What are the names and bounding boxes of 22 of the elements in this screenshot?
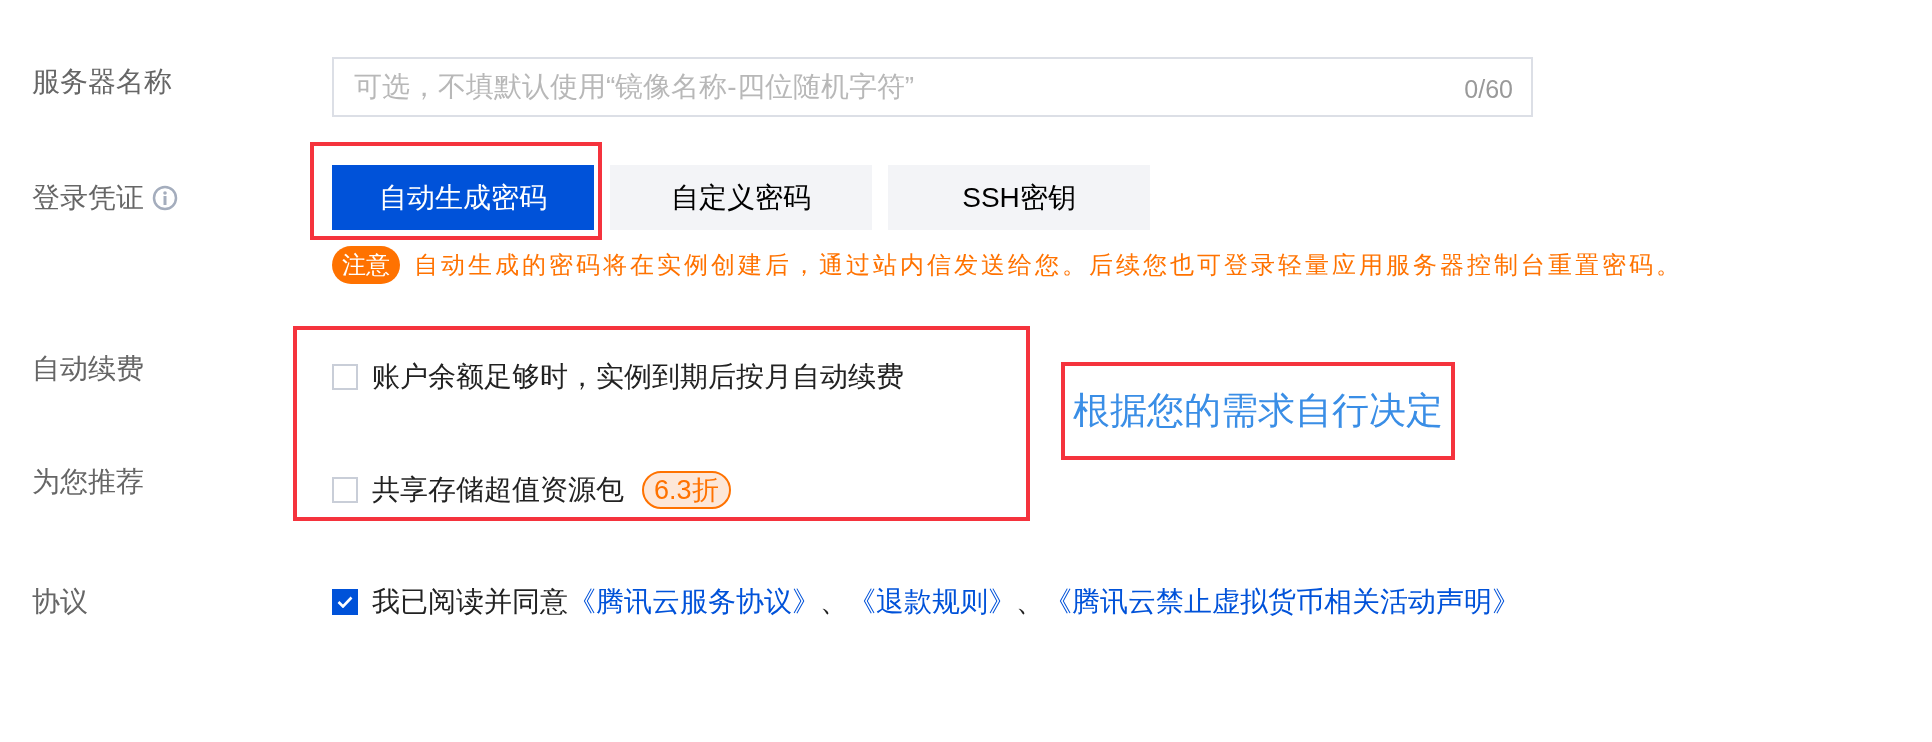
agreement-link[interactable]: 《腾讯云服务协议》 <box>568 586 820 617</box>
character-counter: 0/60 <box>1464 74 1513 105</box>
notice-badge: 注意 <box>332 246 400 284</box>
field-label: 为您推荐 <box>32 464 144 499</box>
credential-tab[interactable]: 自定义密码 <box>610 165 872 230</box>
field-label: 登录凭证 <box>32 180 144 215</box>
discount-badge: 6.3折 <box>642 471 731 509</box>
agreement-link[interactable]: 《退款规则》 <box>848 586 1016 617</box>
credential-tab[interactable]: 自动生成密码 <box>332 165 594 230</box>
option-text: 共享存储超值资源包 <box>372 473 624 507</box>
agreement-link[interactable]: 《腾讯云禁止虚拟货币相关活动声明》 <box>1044 586 1520 617</box>
annotation-text: 根据您的需求自行决定 <box>1061 362 1455 460</box>
credential-tab[interactable]: SSH密钥 <box>888 165 1150 230</box>
field-label: 自动续费 <box>32 351 144 386</box>
agreement-text: 我已阅读并同意《腾讯云服务协议》、《退款规则》、《腾讯云禁止虚拟货币相关活动声明》 <box>372 585 1520 619</box>
info-icon[interactable] <box>152 184 178 211</box>
checkbox[interactable] <box>332 589 358 615</box>
field-label: 协议 <box>32 586 88 617</box>
field-label: 服务器名称 <box>32 66 172 97</box>
notice-text: 自动生成的密码将在实例创建后，通过站内信发送给您。后续您也可登录轻量应用服务器控制台重置密码。 <box>414 250 1683 281</box>
checkmark-icon <box>337 596 353 608</box>
option-text: 账户余额足够时，实例到期后按月自动续费 <box>372 360 904 394</box>
